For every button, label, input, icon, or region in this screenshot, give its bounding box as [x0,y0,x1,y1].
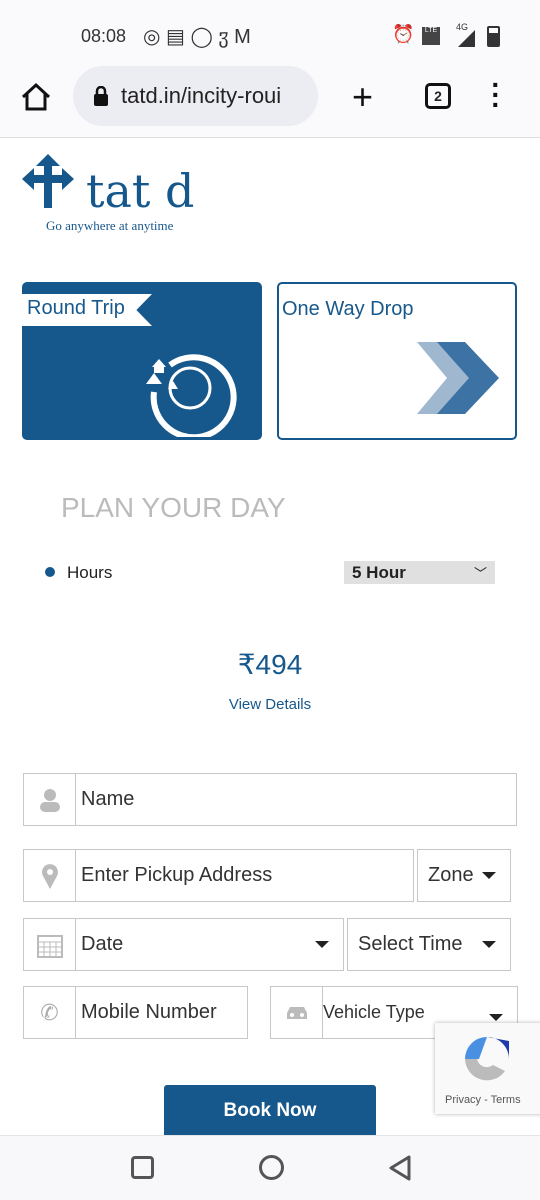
logo-text: tat d [86,164,195,218]
name-placeholder: Name [81,788,135,810]
menu-icon[interactable]: · · · [486,71,506,119]
recaptcha-separator: - [481,1094,491,1106]
notification-icons: ◎ ▤ ◯ ჳ M [143,26,251,48]
user-icon [24,774,76,825]
volte-icon: LTE [422,27,440,45]
chevron-right-icon [417,342,499,414]
vehicle-label: Vehicle Type [323,1002,425,1022]
logo-tagline: Go anywhere at anytime [46,218,174,233]
hours-select[interactable]: 5 Hour ﹀ [344,561,495,584]
pickup-address-field[interactable]: Enter Pickup Address [23,849,414,902]
round-trip-label: Round Trip [27,297,125,319]
status-time: 08:08 [81,26,127,46]
one-way-drop-label: One Way Drop [282,298,414,320]
battery-icon [487,26,500,47]
lock-icon [94,86,108,106]
logo-arrows-icon [22,154,74,208]
round-trip-icon [146,354,237,437]
status-bar: 08:08 ◎ ▤ ◯ ჳ M ⏰ LTE 4G [0,0,540,66]
book-now-button[interactable]: Book Now [164,1085,376,1140]
android-nav-bar [0,1135,540,1200]
car-icon [271,987,323,1038]
date-field[interactable]: Date [23,918,344,971]
one-way-drop-card[interactable]: One Way Drop [277,282,517,440]
pickup-placeholder: Enter Pickup Address [81,864,273,886]
alarm-icon: ⏰ [392,24,415,44]
round-trip-card[interactable]: Round Trip [22,282,262,440]
caret-down-icon [482,872,496,879]
plan-heading: PLAN YOUR DAY [61,492,286,523]
date-label: Date [81,933,124,955]
new-tab-icon[interactable]: + [352,76,373,118]
url-bar[interactable]: tatd.in/incity-roui [73,66,318,126]
recaptcha-icon [465,1037,509,1081]
phone-icon: ✆ [24,987,76,1038]
time-label: Select Time [358,933,463,955]
chevron-down-icon: ﹀ [473,566,487,581]
recaptcha-badge[interactable]: Privacy - Terms [435,1023,540,1114]
tab-count-button[interactable]: 2 [425,83,451,109]
zone-label: Zone [428,864,474,886]
time-select[interactable]: Select Time [347,918,511,971]
price-amount: 494 [255,649,303,680]
caret-down-icon [315,941,329,948]
hours-radio[interactable] [45,567,55,577]
home-button[interactable] [259,1155,284,1180]
recaptcha-terms-link[interactable]: Terms [491,1094,521,1106]
home-icon[interactable] [20,82,52,112]
mobile-field[interactable]: ✆ Mobile Number [23,986,248,1039]
hours-select-value: 5 Hour [352,562,406,582]
browser-toolbar: tatd.in/incity-roui + 2 · · · [0,66,540,138]
hours-label: Hours [67,563,113,582]
view-details-link[interactable]: View Details [229,696,311,713]
caret-down-icon [489,1014,503,1021]
currency-symbol: ₹ [237,649,256,680]
recaptcha-privacy-link[interactable]: Privacy [445,1094,481,1106]
price: ₹494 [0,648,540,681]
name-field[interactable]: Name [23,773,517,826]
recents-button[interactable] [131,1156,154,1179]
calendar-icon [24,919,76,970]
signal-icon [458,30,475,47]
url-text: tatd.in/incity-roui [121,83,282,108]
caret-down-icon [482,941,496,948]
location-pin-icon [24,850,76,901]
back-button[interactable] [388,1154,412,1182]
mobile-placeholder: Mobile Number [81,1001,217,1023]
zone-select[interactable]: Zone [417,849,511,902]
